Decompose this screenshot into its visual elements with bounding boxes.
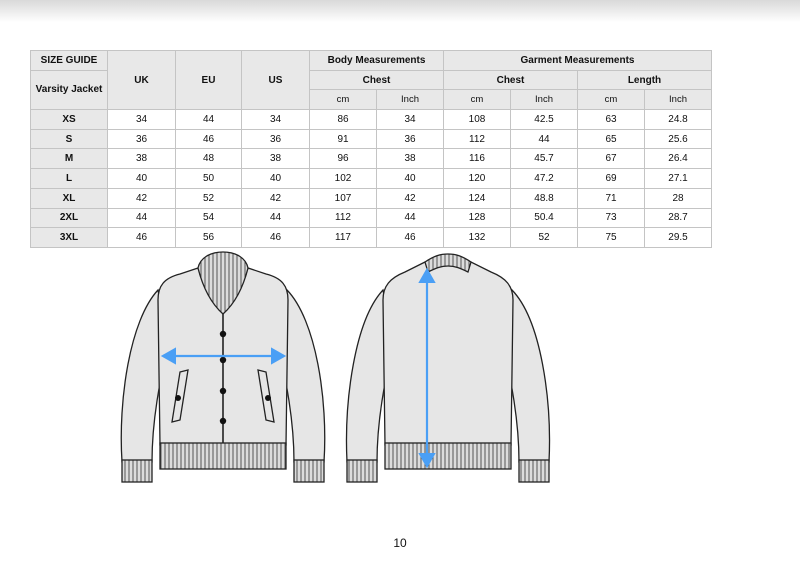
- back-body: [382, 261, 514, 446]
- back-left-cuff: [346, 459, 378, 483]
- back-waistband: [384, 442, 512, 470]
- page-number: 10: [393, 536, 407, 550]
- front-right-cuff: [293, 459, 325, 483]
- front-jacket-drawing: [120, 251, 326, 483]
- front-left-cuff: [121, 459, 153, 483]
- back-right-cuff: [518, 459, 550, 483]
- front-waistband: [159, 442, 287, 470]
- jacket-illustrations: [120, 251, 551, 483]
- back-jacket-drawing: [345, 253, 551, 483]
